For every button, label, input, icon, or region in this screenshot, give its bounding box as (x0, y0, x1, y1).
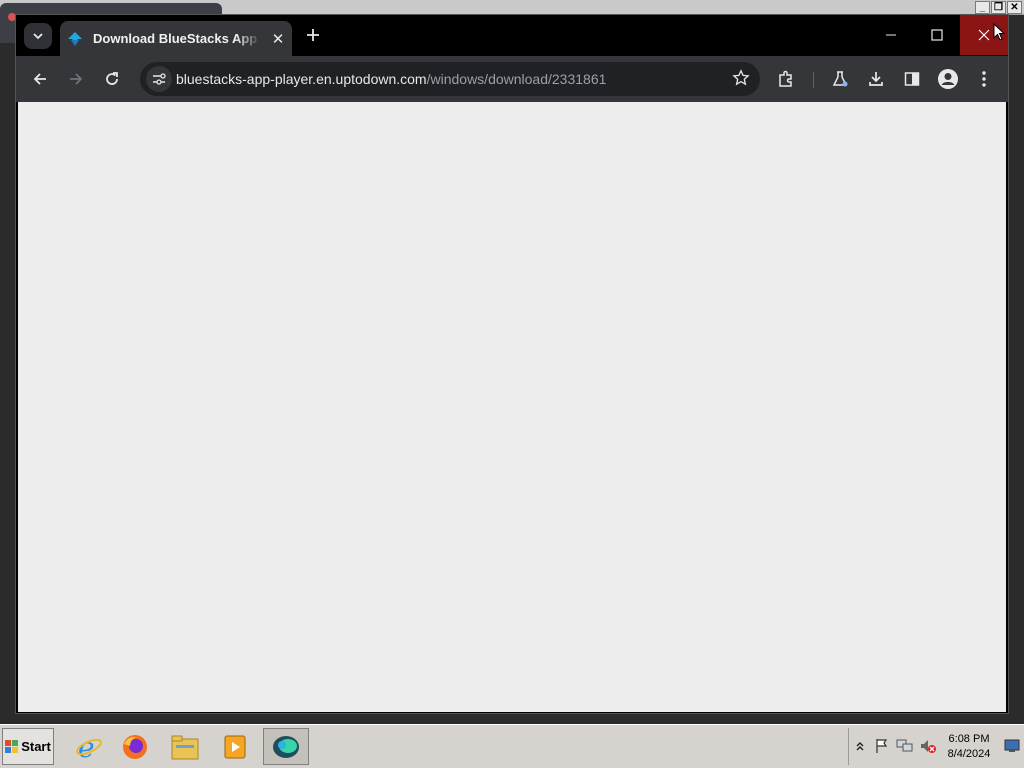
back-button[interactable] (26, 65, 54, 93)
browser-window: Download BlueStacks App Player ✕ (15, 14, 1009, 714)
clock-date: 8/4/2024 (947, 748, 991, 760)
bluestacks-icon[interactable] (263, 728, 309, 765)
site-info-icon[interactable] (146, 66, 172, 92)
url-text[interactable]: bluestacks-app-player.en.uptodown.com/wi… (176, 71, 606, 87)
plus-icon (307, 29, 319, 41)
forward-button[interactable] (62, 65, 90, 93)
back-icon (33, 73, 46, 85)
menu-icon (982, 71, 986, 87)
side-panel-button[interactable] (898, 65, 926, 93)
browser-toolbar: bluestacks-app-player.en.uptodown.com/wi… (16, 56, 1008, 102)
system-tray: 6:08 PM 8/4/2024 (848, 728, 1024, 765)
network-icon[interactable] (896, 737, 914, 755)
file-explorer-icon[interactable] (162, 728, 208, 765)
mouse-cursor-icon (993, 23, 1005, 41)
labs-icon (832, 71, 848, 87)
reload-icon (106, 72, 118, 85)
maximize-icon (931, 29, 943, 41)
classic-close-icon[interactable]: ✕ (1007, 1, 1022, 14)
url-domain: bluestacks-app-player.en.uptodown.com (176, 71, 427, 87)
volume-muted-icon[interactable] (919, 737, 937, 755)
uptodown-arrow-icon (66, 30, 84, 48)
media-player-icon[interactable] (212, 728, 258, 765)
labs-button[interactable] (826, 65, 854, 93)
extensions-button[interactable] (772, 65, 800, 93)
maximize-button[interactable] (914, 15, 960, 55)
clock-time: 6:08 PM (948, 733, 990, 745)
firefox-icon[interactable] (112, 728, 158, 765)
minimize-button[interactable] (868, 15, 914, 55)
windows-logo-icon (5, 739, 19, 753)
internet-explorer-icon[interactable]: e (66, 728, 112, 765)
classic-restore-icon[interactable]: ❐ (991, 1, 1006, 14)
url-path: /windows/download/2331861 (426, 71, 607, 87)
downloads-button[interactable] (862, 65, 890, 93)
background-window-controls: _ ❐ ✕ (975, 1, 1022, 14)
tab-title: Download BlueStacks App Player (93, 31, 261, 46)
close-icon (978, 29, 990, 41)
tab-active[interactable]: Download BlueStacks App Player ✕ (60, 21, 292, 56)
action-center-flag-icon[interactable] (873, 737, 891, 755)
new-tab-button[interactable] (302, 25, 324, 47)
forward-icon (70, 73, 83, 85)
show-hidden-icons-icon[interactable] (851, 737, 869, 755)
chevron-down-icon (33, 33, 43, 40)
side-panel-icon (904, 72, 920, 86)
tab-search-button[interactable] (24, 23, 52, 49)
page-content[interactable] (18, 102, 1006, 712)
download-icon (869, 72, 883, 86)
taskbar: Start e 6:08 PM 8/4/2024 (0, 724, 1024, 768)
clock[interactable]: 6:08 PM 8/4/2024 (939, 732, 999, 762)
reload-button[interactable] (98, 65, 126, 93)
profile-icon (938, 69, 958, 89)
start-button[interactable]: Start (2, 728, 54, 765)
profile-button[interactable] (934, 65, 962, 93)
minimize-icon (886, 34, 896, 36)
classic-minimize-icon[interactable]: _ (975, 1, 990, 14)
toolbar-separator (813, 72, 814, 88)
browser-titlebar: Download BlueStacks App Player ✕ (16, 15, 1008, 56)
close-icon[interactable]: ✕ (269, 30, 287, 48)
address-bar[interactable]: bluestacks-app-player.en.uptodown.com/wi… (140, 62, 760, 96)
start-label: Start (21, 739, 51, 754)
extensions-icon (779, 70, 792, 87)
menu-button[interactable] (970, 65, 998, 93)
star-icon[interactable] (732, 69, 750, 92)
show-desktop-icon[interactable] (1003, 737, 1021, 755)
